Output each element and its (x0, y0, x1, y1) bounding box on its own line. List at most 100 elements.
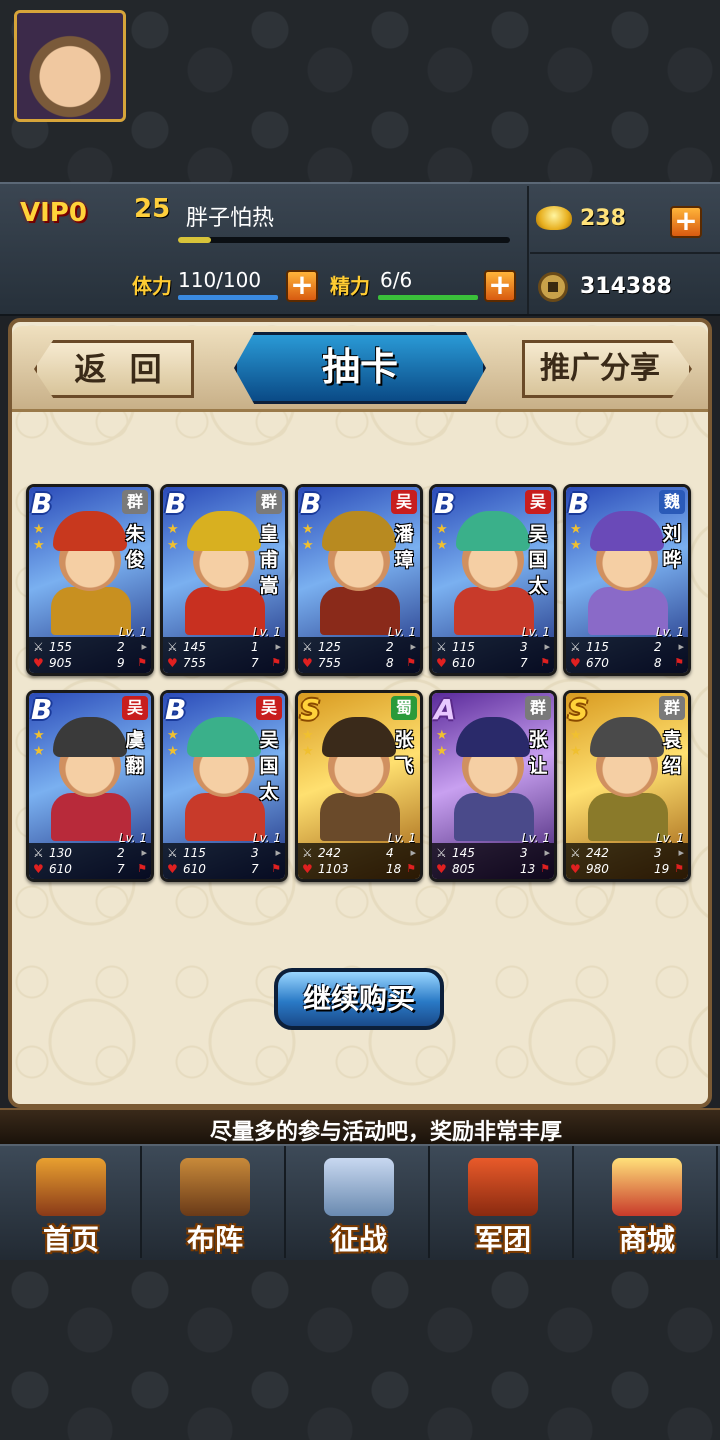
hero-card[interactable]: B ★ ★ 吴吴国太 Lv. 1 ⚔ ♥ ▸ ⚑ 115 610 3 7 (160, 690, 288, 882)
hero-faction-badge: 群 (659, 696, 685, 720)
copper-coin-icon (538, 272, 568, 302)
hero-attack: 130 (49, 846, 72, 860)
hero-card[interactable]: B ★ ★ 吴虞翻 Lv. 1 ⚔ ♥ ▸ ⚑ 130 610 2 7 (26, 690, 154, 882)
hero-stats: ⚔ ♥ ▸ ⚑ 115 610 3 7 (432, 637, 554, 673)
hero-attack: 145 (183, 640, 206, 654)
gold-amount: 238 (580, 206, 626, 231)
hero-hp: 670 (586, 656, 609, 670)
hero-name: 吴国太 (528, 523, 548, 597)
nav-label: 首页 (42, 1223, 99, 1256)
sword-icon: ⚔ (302, 640, 313, 654)
hero-hp: 755 (318, 656, 341, 670)
hero-name: 吴国太 (259, 729, 279, 803)
flag-icon: ⚑ (406, 862, 416, 875)
nav-item[interactable]: 首页 (0, 1146, 142, 1258)
spirit-label: 精力 (330, 274, 370, 298)
exp-bar (178, 237, 510, 243)
hero-rank: S (568, 693, 589, 726)
hero-hp-count: 8 (386, 656, 394, 670)
hero-attack-count: 3 (520, 846, 528, 860)
hero-rank: B (434, 487, 456, 520)
hero-attack: 145 (452, 846, 475, 860)
sword-icon: ⚔ (167, 846, 178, 860)
hero-hp-count: 7 (520, 656, 528, 670)
gold-ingot-icon (536, 206, 572, 230)
flag-icon: ⚑ (406, 656, 416, 669)
boot-icon: ▸ (410, 640, 416, 653)
nav-item[interactable]: 征战 (288, 1146, 430, 1258)
hero-card[interactable]: B ★ ★ 群皇甫嵩 Lv. 1 ⚔ ♥ ▸ ⚑ 145 755 1 7 (160, 484, 288, 676)
hero-faction-badge: 吴 (256, 696, 282, 720)
back-button[interactable]: 返 回 (34, 340, 194, 398)
flag-icon: ⚑ (540, 862, 550, 875)
hero-hp: 610 (49, 862, 72, 876)
nav-item[interactable]: 布阵 (144, 1146, 286, 1258)
star-icon: ★ (302, 728, 314, 743)
add-stamina-button[interactable]: + (286, 270, 318, 302)
heart-icon: ♥ (436, 862, 447, 876)
boot-icon: ▸ (275, 846, 281, 859)
hero-card[interactable]: B ★ ★ 魏刘晔 Lv. 1 ⚔ ♥ ▸ ⚑ 115 670 2 8 (563, 484, 691, 676)
hero-rank: B (568, 487, 590, 520)
crossed-swords-icon (324, 1158, 394, 1216)
sword-icon: ⚔ (302, 846, 313, 860)
star-icon: ★ (167, 538, 179, 553)
hero-attack-count: 4 (386, 846, 394, 860)
nav-item[interactable]: 商城 (576, 1146, 718, 1258)
add-spirit-button[interactable]: + (484, 270, 516, 302)
star-icon: ★ (436, 728, 448, 743)
hero-hp-count: 19 (654, 862, 670, 876)
hero-attack-count: 1 (251, 640, 259, 654)
player-avatar[interactable] (14, 10, 126, 122)
hero-rank: A (434, 693, 456, 726)
spirit-bar (378, 295, 478, 300)
stamina-label: 体力 (132, 274, 172, 298)
hero-name: 虞翻 (125, 729, 145, 777)
hero-hp-count: 13 (520, 862, 536, 876)
tab-draw-card[interactable]: 抽卡 (234, 332, 486, 404)
hero-hp: 610 (183, 862, 206, 876)
hero-card[interactable]: S ★ ★ 群袁绍 Lv. 1 ⚔ ♥ ▸ ⚑ 242 980 3 19 (563, 690, 691, 882)
hero-name: 张让 (528, 729, 548, 777)
boot-icon: ▸ (678, 640, 684, 653)
chess-pieces-icon (180, 1158, 250, 1216)
hero-hp-count: 18 (386, 862, 402, 876)
treasure-bag-icon (612, 1158, 682, 1216)
hero-rank: B (31, 487, 53, 520)
nav-label: 征战 (330, 1223, 387, 1256)
vip-badge: VIP0 (20, 198, 87, 228)
star-icon: ★ (570, 538, 582, 553)
continue-purchase-button[interactable]: 继续购买 (274, 968, 444, 1030)
hero-card[interactable]: B ★ ★ 群朱俊 Lv. 1 ⚔ ♥ ▸ ⚑ 155 905 2 9 (26, 484, 154, 676)
flag-icon: ⚑ (137, 862, 147, 875)
sword-icon: ⚔ (436, 640, 447, 654)
hero-card[interactable]: S ★ ★ 蜀张飞 Lv. 1 ⚔ ♥ ▸ ⚑ 242 1103 4 18 (295, 690, 423, 882)
coin-amount: 314388 (580, 274, 672, 299)
heart-icon: ♥ (436, 656, 447, 670)
hero-faction-badge: 群 (525, 696, 551, 720)
star-icon: ★ (33, 538, 45, 553)
exp-bar-fill (178, 237, 212, 243)
hero-rank: B (165, 487, 187, 520)
heart-icon: ♥ (33, 862, 44, 876)
add-gold-button[interactable]: + (670, 206, 702, 238)
hero-hp-count: 9 (117, 656, 125, 670)
nav-item[interactable]: 军团 (432, 1146, 574, 1258)
hero-hp-count: 8 (654, 656, 662, 670)
hero-stats: ⚔ ♥ ▸ ⚑ 130 610 2 7 (29, 843, 151, 879)
hero-attack: 155 (49, 640, 72, 654)
hero-stats: ⚔ ♥ ▸ ⚑ 242 1103 4 18 (298, 843, 420, 879)
hero-card[interactable]: A ★ ★ 群张让 Lv. 1 ⚔ ♥ ▸ ⚑ 145 805 3 13 (429, 690, 557, 882)
flag-icon: ⚑ (674, 862, 684, 875)
boot-icon: ▸ (141, 846, 147, 859)
sword-icon: ⚔ (167, 640, 178, 654)
hero-rank: B (300, 487, 322, 520)
hero-name: 皇甫嵩 (259, 523, 279, 597)
hero-hp: 980 (586, 862, 609, 876)
hero-card[interactable]: B ★ ★ 吴潘璋 Lv. 1 ⚔ ♥ ▸ ⚑ 125 755 2 8 (295, 484, 423, 676)
hero-attack: 115 (183, 846, 206, 860)
hero-card[interactable]: B ★ ★ 吴吴国太 Lv. 1 ⚔ ♥ ▸ ⚑ 115 610 3 7 (429, 484, 557, 676)
share-button[interactable]: 推广分享 (522, 340, 692, 398)
hero-stats: ⚔ ♥ ▸ ⚑ 155 905 2 9 (29, 637, 151, 673)
star-icon: ★ (167, 744, 179, 759)
